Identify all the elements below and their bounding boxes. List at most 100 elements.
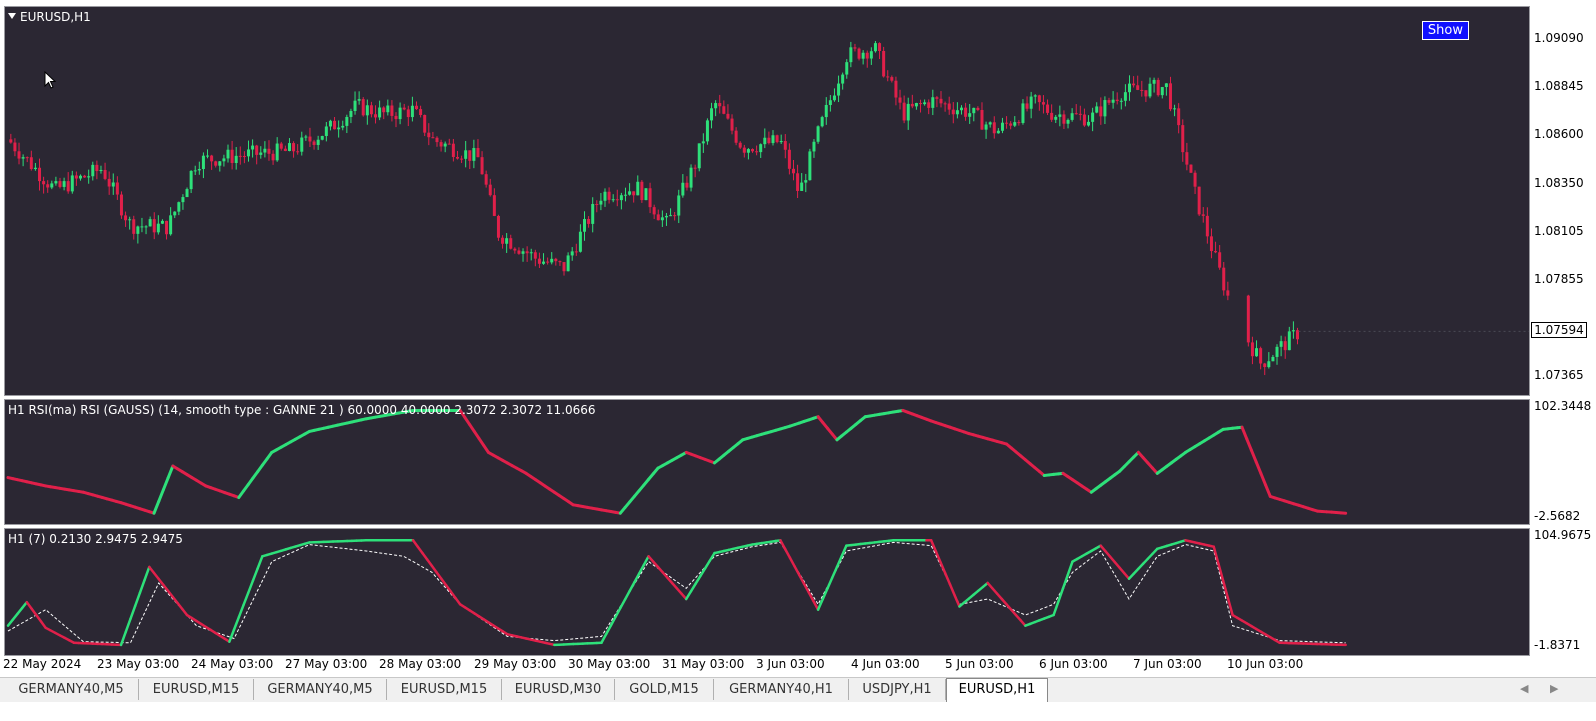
price-chart-pane[interactable]: EURUSD,H1 Show [4,6,1530,396]
candle-body [1005,122,1009,124]
tab-eurusd-m30[interactable]: EURUSD,M30 [502,679,615,700]
candle-body [648,188,652,208]
time-tick-label: 6 Jun 03:00 [1039,657,1108,671]
candle-body [787,149,791,169]
candle-body [193,170,197,172]
candle-body [1000,122,1004,131]
candle-body [1111,99,1115,103]
candle-body [1291,330,1295,332]
candle-body [1091,112,1095,122]
rsi-indicator-pane[interactable]: H1 RSI(ma) RSI (GAUSS) (14, smooth type … [4,399,1530,525]
oscillator-line-segment [703,559,712,570]
candle-body [517,250,521,254]
candle-body [1132,83,1136,86]
time-tick-label: 27 May 03:00 [285,657,368,671]
candle-body [591,203,595,224]
candle-body [242,156,246,158]
candle-body [1070,113,1074,120]
candle-body [91,164,95,177]
rsi-line-segment [1240,425,1249,441]
candle-body [333,120,337,130]
oscillator-line-segment [604,624,613,636]
candle-body [693,167,697,169]
oscillator-line-segment [242,591,250,607]
candle-body [1029,96,1033,109]
time-axis[interactable]: 22 May 2024 23 May 03:00 24 May 03:00 27… [0,656,1596,674]
candle-body [443,143,447,147]
current-price-tag: 1.07594 [1531,322,1587,338]
tab-gold-m15[interactable]: GOLD,M15 [615,679,714,700]
candle-body [964,107,968,117]
oscillator-pane[interactable]: H1 (7) 0.2130 2.9475 2.9475 [4,528,1530,656]
candle-body [554,258,558,262]
candle-body [320,135,324,140]
tab-germany40-m5[interactable]: GERMANY40,M5 [254,679,387,700]
candle-body [488,184,492,196]
tab-germany40-h1[interactable]: GERMANY40,H1 [714,679,849,700]
candle-body [935,97,939,99]
candle-body [980,109,984,130]
candle-body [537,258,541,264]
candle-body [919,103,923,105]
candle-body [636,181,640,196]
candle-body [755,151,759,153]
candle-body [1144,90,1148,97]
candle-body [972,107,976,114]
candle-body [951,109,955,115]
rsi-axis[interactable]: 102.3448 -2.5682 [1530,399,1596,525]
time-tick-label: 5 Jun 03:00 [945,657,1014,671]
candle-body [9,139,13,143]
candle-body [742,147,746,153]
rsi-line-segment [157,488,165,503]
candle-body [312,141,316,145]
price-tick-label: 1.08105 [1534,224,1584,238]
candle-body [1087,121,1091,126]
candle-body [898,97,902,103]
candle-body [468,150,472,161]
candle-body [42,181,46,185]
price-tick-label: 1.08350 [1534,176,1584,190]
candle-body [156,223,160,233]
candle-body [681,182,685,196]
candle-body [816,126,820,142]
rsi-indicator-canvas[interactable] [5,400,1530,525]
candle-body [931,97,935,108]
tab-usdjpy-h1[interactable]: USDJPY,H1 [849,679,946,700]
candle-body [542,261,546,264]
candle-body [1021,103,1025,123]
tab-scroll-right-icon[interactable]: ▶ [1550,682,1558,695]
candle-body [1181,125,1185,153]
price-chart-canvas[interactable] [5,7,1530,396]
dropdown-triangle-icon[interactable] [8,13,16,19]
candle-body [525,251,529,254]
tab-germany40-m5[interactable]: GERMANY40,M5 [4,679,139,700]
candle-body [837,83,841,96]
candle-body [1271,356,1275,362]
tab-eurusd-h1[interactable]: EURUSD,H1 [946,678,1048,702]
candle-body [218,161,222,166]
candle-body [1201,214,1205,216]
candle-body [943,103,947,105]
oscillator-line-segment [939,561,947,575]
candle-body [1255,348,1259,357]
tab-eurusd-m15[interactable]: EURUSD,M15 [139,679,254,700]
candle-body [705,120,709,142]
candle-body [455,156,459,159]
candle-body [25,157,29,159]
time-tick-label: 23 May 03:00 [97,657,180,671]
candle-body [222,158,226,162]
candle-body [619,195,623,201]
oscillator-line-segment [1221,579,1230,600]
candle-body [796,173,800,191]
candle-body [533,252,537,259]
oscillator-axis[interactable]: 104.9675 -1.8371 [1530,528,1596,656]
tab-eurusd-m15[interactable]: EURUSD,M15 [387,679,502,700]
show-button[interactable]: Show [1421,21,1469,40]
candle-body [529,252,533,254]
tab-scroll-left-icon[interactable]: ◀ [1520,682,1528,695]
candle-body [66,181,70,192]
candle-body [849,47,853,63]
candle-body [99,169,103,172]
oscillator-canvas[interactable] [5,529,1530,656]
candle-body [1058,114,1062,117]
